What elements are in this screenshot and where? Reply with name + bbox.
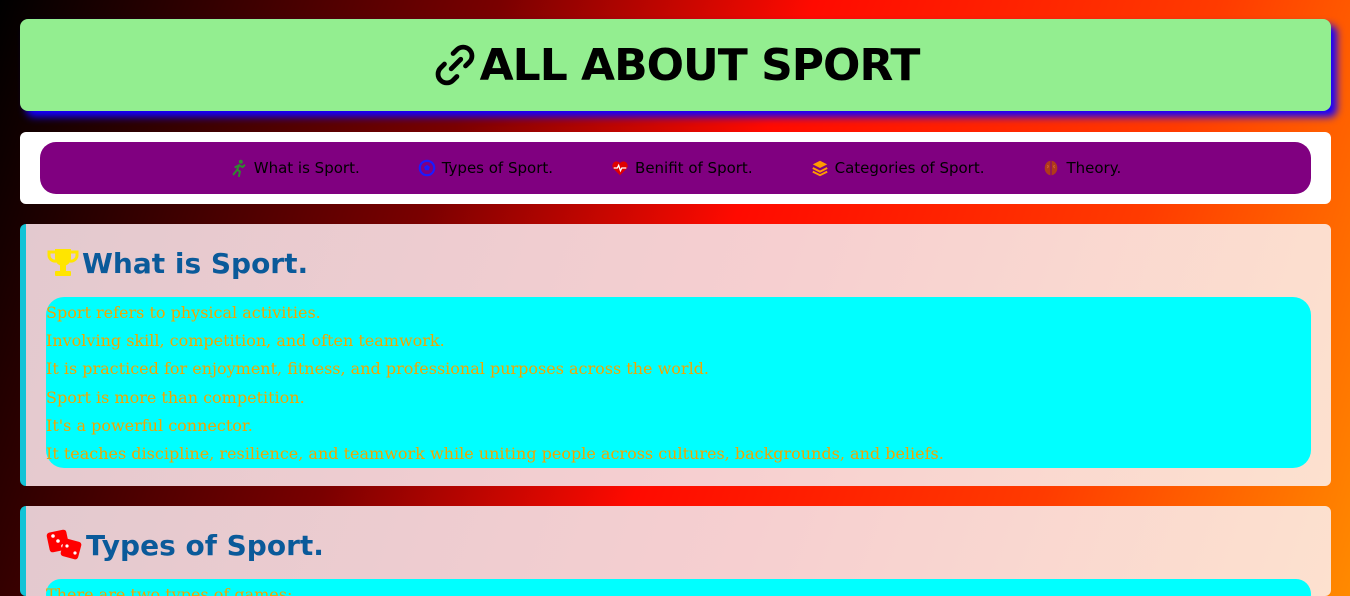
section-what-is-sport: What is Sport. Sport refers to physical …	[20, 224, 1331, 486]
dice-icon	[46, 529, 82, 560]
content-line: There are two types of games:	[46, 585, 293, 596]
section-content: Sport refers to physical activities. Inv…	[46, 297, 1311, 469]
nav-item-types-of-sport[interactable]: Types of Sport.	[418, 159, 553, 177]
content-line: It teaches discipline, resilience, and t…	[46, 443, 944, 463]
page-title: ALL ABOUT SPORT	[432, 40, 920, 91]
heartbeat-icon	[612, 161, 628, 176]
nav-item-what-is-sport[interactable]: What is Sport.	[230, 159, 360, 177]
running-person-icon	[232, 159, 246, 177]
content-line: Sport is more than competition.	[46, 387, 305, 407]
content-line: It's a powerful connector.	[46, 415, 253, 435]
section-title-text: What is Sport.	[82, 246, 309, 280]
trophy-icon	[47, 249, 79, 276]
content-line: Sport refers to physical activities.	[46, 303, 321, 322]
nav-item-label: Theory.	[1066, 159, 1122, 177]
section-types-of-sport: Types of Sport. There are two types of g…	[20, 506, 1331, 596]
brain-icon	[1045, 160, 1058, 176]
navigation-bar: What is Sport. Types of Sport. Benifit o…	[20, 132, 1331, 204]
section-title: What is Sport.	[46, 246, 308, 280]
section-title-text: Types of Sport.	[86, 528, 324, 562]
nav-menu: What is Sport. Types of Sport. Benifit o…	[40, 142, 1311, 194]
soccer-ball-icon	[418, 159, 435, 177]
nav-item-label: What is Sport.	[253, 159, 360, 177]
nav-item-benifit-of-sport[interactable]: Benifit of Sport.	[611, 159, 753, 177]
page-header: ALL ABOUT SPORT	[20, 19, 1331, 111]
content-line: Involving skill, competition, and often …	[46, 331, 445, 351]
page-title-text: ALL ABOUT SPORT	[479, 39, 921, 91]
layers-icon	[811, 160, 828, 177]
section-title: Types of Sport.	[46, 528, 324, 562]
nav-item-theory[interactable]: Theory.	[1042, 159, 1121, 177]
section-content: There are two types of games:	[46, 579, 1311, 596]
nav-item-label: Benifit of Sport.	[635, 159, 753, 177]
nav-item-label: Types of Sport.	[441, 159, 554, 177]
nav-item-categories-of-sport[interactable]: Categories of Sport.	[811, 159, 985, 177]
link-icon	[435, 44, 474, 86]
content-line: It is practiced for enjoyment, fitness, …	[46, 359, 710, 379]
nav-item-label: Categories of Sport.	[834, 159, 985, 177]
